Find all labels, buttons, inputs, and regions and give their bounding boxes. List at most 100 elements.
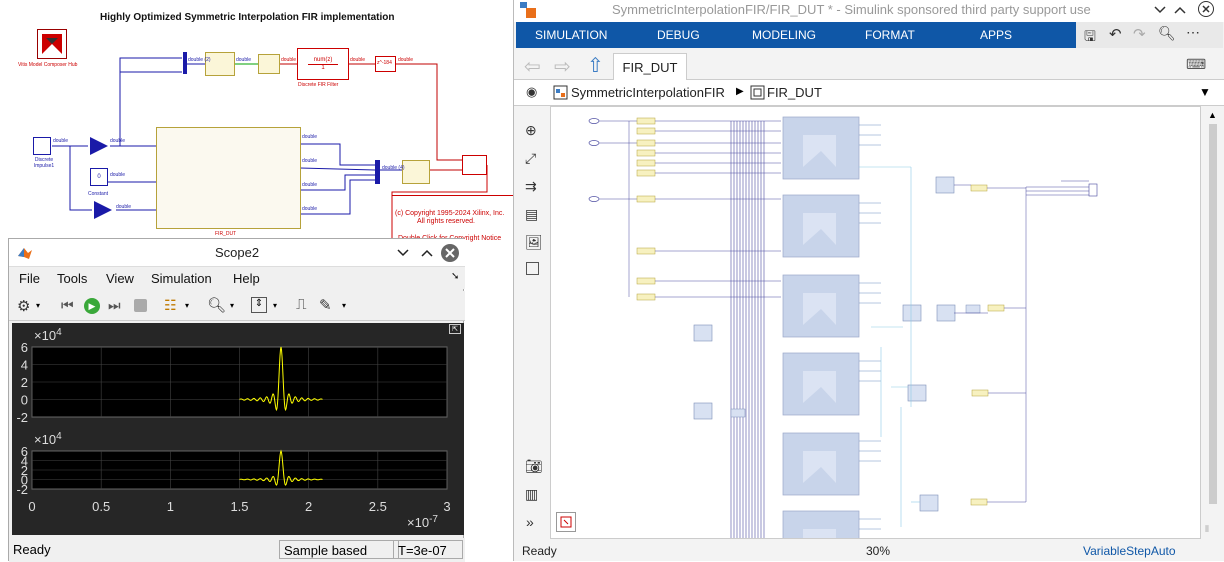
menu-tools[interactable]: Tools — [57, 271, 87, 286]
scope-block[interactable] — [462, 155, 487, 175]
signal-select-icon[interactable]: ☷ — [164, 297, 177, 314]
scope-axes[interactable]: ×1046420-2×1046420-20 0.5 1 1.5 2 2.5 3×10-7 — [12, 323, 464, 535]
gain-block-2[interactable] — [94, 201, 112, 219]
simulink-window[interactable]: SymmetricInterpolationFIR/FIR_DUT * - Si… — [513, 0, 1224, 561]
run-icon[interactable]: ▶ — [84, 298, 100, 314]
resize-grip-icon[interactable]: ⦀ — [1205, 524, 1209, 535]
stop-icon[interactable] — [134, 299, 147, 312]
small-block — [730, 408, 746, 418]
breadcrumb-model[interactable]: SymmetricInterpolationFIR — [571, 85, 725, 100]
discrete-fir-block[interactable]: num(z) 1 — [297, 48, 349, 80]
impulse-block[interactable] — [33, 137, 51, 155]
signal-label-7: double — [350, 57, 366, 63]
dropdown-arrow-icon[interactable]: ▾ — [342, 301, 346, 310]
mux-label-4: double (4) — [382, 165, 405, 171]
inport — [588, 196, 600, 202]
x-tick-label: 2.5 — [369, 499, 387, 514]
breadcrumb-dropdown-icon[interactable]: ▼ — [1199, 85, 1211, 99]
tab-simulation[interactable]: SIMULATION — [535, 28, 607, 42]
undock-icon[interactable]: ⇱ — [449, 324, 461, 334]
search-icon[interactable]: 🔍︎ — [1158, 25, 1176, 42]
keyboard-icon[interactable]: ⌨ — [1186, 56, 1206, 73]
redo-icon[interactable]: ↷ — [1133, 25, 1146, 43]
close-icon — [445, 248, 455, 258]
fir-dut-subsystem[interactable] — [156, 127, 301, 229]
area-icon[interactable] — [526, 262, 539, 275]
tab-fir-dut[interactable]: FIR_DUT — [613, 53, 687, 80]
menu-simulation[interactable]: Simulation — [151, 271, 212, 286]
signal-label-4: double — [116, 204, 132, 210]
subsystem-canvas[interactable] — [550, 106, 1201, 539]
close-button[interactable] — [441, 244, 459, 262]
mux-label-2: double (2) — [188, 57, 211, 63]
gateway-block[interactable] — [205, 52, 235, 76]
scroll-up-icon[interactable]: ▲ — [1208, 110, 1217, 120]
gateway-out-block[interactable] — [402, 160, 430, 184]
more-icon[interactable]: ⋯ — [1186, 24, 1200, 41]
fit-to-view-icon[interactable]: ⤢ — [525, 150, 536, 167]
small-block — [965, 304, 981, 314]
tab-debug[interactable]: DEBUG — [657, 28, 700, 42]
dropdown-arrow-icon[interactable]: ▾ — [273, 301, 277, 310]
signal-arrow-icon[interactable]: ⇉ — [525, 178, 537, 195]
y-exponent-bottom: ×104 — [34, 431, 62, 447]
scroll-thumb[interactable] — [1209, 124, 1217, 504]
menu-help[interactable]: Help — [233, 271, 260, 286]
tab-apps[interactable]: APPS — [980, 28, 1012, 42]
converter-block[interactable] — [258, 54, 280, 74]
zoom-level: 30% — [866, 544, 891, 558]
breadcrumb-subsystem[interactable]: FIR_DUT — [767, 85, 822, 100]
model-browser-toggle[interactable] — [556, 512, 576, 532]
constant-block[interactable]: 0 — [90, 168, 108, 186]
quick-access-toolbar: 🖫 ↶ ↷ 🔍︎ ⋯ — [1076, 22, 1223, 48]
maximize-icon[interactable] — [1174, 5, 1186, 15]
inport — [588, 118, 600, 124]
tab-modeling[interactable]: MODELING — [752, 28, 816, 42]
annotation-icon[interactable]: ▤ — [525, 206, 538, 223]
menu-file[interactable]: File — [19, 271, 40, 286]
dropdown-arrow-icon[interactable]: ▾ — [36, 301, 40, 310]
undo-icon[interactable]: ↶ — [1109, 25, 1122, 43]
simulink-titlebar[interactable]: SymmetricInterpolationFIR/FIR_DUT * - Si… — [514, 0, 1224, 22]
property-inspector-icon[interactable]: ▥ — [525, 486, 538, 503]
scope-titlebar[interactable]: Scope2 — [9, 239, 465, 267]
scope-plot-area[interactable]: ×104 6 4 2 0 -2 ×104 6 4 2 0 -2 0 0.5 1 1.5 2 2.5 3 ×10-7 ⇱ — [12, 323, 464, 535]
zoom-area-icon[interactable]: ⊕ — [525, 122, 537, 139]
subsystem-icon — [750, 85, 765, 100]
mux-2[interactable] — [183, 52, 187, 74]
minimize-icon[interactable] — [397, 248, 409, 258]
settings-icon[interactable]: ⚙ — [17, 297, 30, 315]
dropdown-arrow-icon[interactable]: ▾ — [230, 301, 234, 310]
step-back-icon[interactable]: ⏮ — [61, 297, 74, 314]
vertical-scrollbar[interactable]: ▲ ⦀ — [1201, 106, 1224, 539]
hide-browser-icon[interactable]: ◉ — [526, 84, 537, 100]
expand-icon[interactable]: » — [526, 514, 534, 530]
step-forward-icon[interactable]: ⏭ — [108, 297, 121, 314]
gain-block-1[interactable] — [90, 137, 108, 155]
screenshot-icon[interactable]: 📷︎ — [525, 458, 543, 475]
autoscale-icon[interactable]: ⇕ — [251, 297, 267, 313]
back-icon[interactable]: ⇦ — [524, 54, 541, 79]
menu-view[interactable]: View — [106, 271, 134, 286]
mux-4[interactable] — [375, 160, 380, 184]
signal-label-10: double — [302, 158, 318, 164]
gateway-out-block — [971, 389, 989, 397]
dock-arrow-icon[interactable]: ➘ — [451, 271, 459, 282]
save-icon[interactable]: 🖫 — [1084, 26, 1096, 50]
minimize-icon[interactable] — [1154, 5, 1166, 15]
close-icon[interactable] — [1198, 1, 1214, 17]
xilinx-logo-watermark — [803, 529, 836, 538]
triggers-icon[interactable]: ⎍ — [296, 296, 307, 313]
up-level-icon[interactable]: ⇧ — [587, 53, 604, 78]
dropdown-arrow-icon[interactable]: ▾ — [185, 301, 189, 310]
maximize-icon[interactable] — [421, 248, 433, 258]
scope-window[interactable]: Scope2 File Tools View Simulation Help ➘… — [8, 238, 465, 562]
x-exponent: ×10-7 — [407, 514, 438, 530]
forward-icon[interactable]: ⇨ — [554, 54, 571, 79]
zoom-icon[interactable]: 🔍︎ — [207, 296, 226, 314]
tab-format[interactable]: FORMAT — [865, 28, 915, 42]
solver-label[interactable]: VariableStepAuto — [1083, 544, 1176, 558]
signal-label-12: double — [302, 206, 318, 212]
style-icon[interactable]: ✎ — [319, 296, 332, 314]
image-icon[interactable]: 🖼︎ — [525, 234, 543, 251]
